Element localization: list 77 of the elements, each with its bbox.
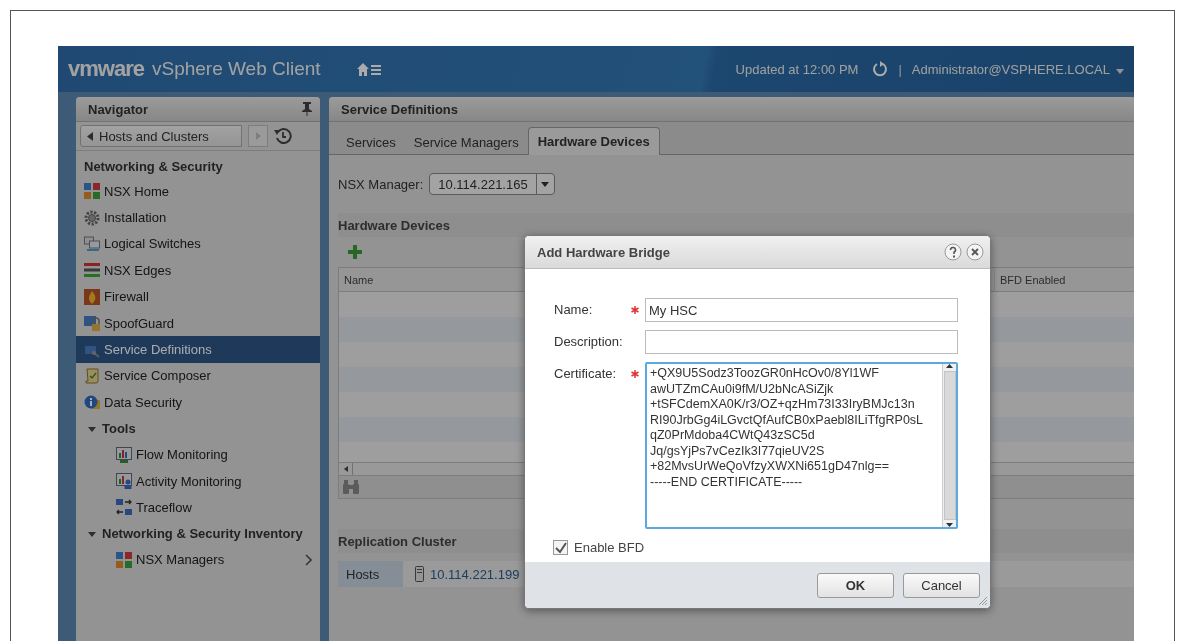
grid-icon (116, 551, 132, 568)
scroll-down-icon (946, 523, 953, 527)
section-heading: Hardware Devices (338, 213, 1134, 237)
text-field[interactable]: My HSC (645, 298, 958, 322)
scroll-left-icon (343, 466, 348, 472)
back-button[interactable]: Hosts and Clusters (80, 125, 242, 147)
pin-icon[interactable] (302, 102, 312, 116)
logo: vmware (68, 56, 144, 82)
user-menu[interactable]: Administrator@VSPHERE.LOCAL (911, 61, 1124, 77)
nav-item[interactable]: SpoofGuard (76, 309, 320, 337)
nav-item[interactable]: Service Composer (76, 362, 320, 390)
checkbox[interactable] (553, 540, 568, 555)
padlock-icon (84, 315, 100, 332)
bars-icon (84, 262, 100, 279)
nav-item[interactable]: NSX Managers (76, 546, 320, 574)
expanded-icon (88, 424, 96, 433)
nav-item[interactable]: Flow Monitoring (76, 441, 320, 468)
scrollbar[interactable] (942, 364, 956, 527)
chart-icon (116, 473, 132, 490)
column-header: Name (343, 273, 375, 288)
nav-item[interactable]: Firewall (76, 283, 320, 310)
nav-item[interactable]: Installation (76, 204, 320, 231)
nav-item[interactable]: NSX Home (76, 178, 320, 205)
host-link[interactable]: 10.114.221.199 (430, 566, 520, 582)
nav-item[interactable]: NSX Edges (76, 257, 320, 284)
flame-icon (84, 288, 100, 305)
tab[interactable]: Services (337, 129, 405, 155)
section-heading: Networking & Security (83, 158, 224, 176)
nav-item[interactable]: Service Definitions (76, 336, 320, 363)
binoculars-icon[interactable] (343, 480, 359, 494)
help-icon[interactable] (944, 243, 962, 261)
cancel-button[interactable]: Cancel (903, 572, 980, 598)
add-icon[interactable] (348, 245, 362, 259)
row-label: Hosts (338, 561, 403, 587)
text-field[interactable] (645, 330, 958, 354)
caret-icon (1116, 68, 1124, 74)
update-time: Updated at 12:00 PM (735, 61, 859, 77)
check-icon (554, 541, 567, 554)
nav-item[interactable]: Data Security (76, 389, 320, 416)
product-name: vSphere Web Client (151, 58, 321, 80)
chart-icon (116, 446, 132, 463)
close-icon[interactable] (966, 243, 984, 261)
panel-title: Navigator (88, 101, 148, 117)
field-label: NSX Manager: (338, 176, 424, 192)
grid-icon (84, 183, 100, 200)
certificate-field[interactable]: +QX9U5Sodz3ToozGR0nHcOv0/8Yl1WF awUTZmCAu0i9fM/U2bNcASiZjk +tSFCdemXA0K/r3/OZ+qzHm73I33IryBMJc13n RI90JrbGg4iLGvctQfAufCB0xPaebl8ILiTfgRP0sL qZ0PrMdoba4CWtQ43zSC5d Jq/gsYjPs7vCezIk3I77qieUV2S +82MvsUrWeQoVfzyXWXNi651gD47nlg== -----END CERTIFICATE----- (645, 362, 958, 529)
nav-item[interactable]: Traceflow (76, 494, 320, 521)
tab[interactable]: Hardware Devices (527, 127, 660, 155)
scroll-icon (84, 367, 100, 384)
field-label: Description: (554, 333, 624, 349)
home-menu-icon[interactable] (356, 61, 383, 77)
server-icon (415, 566, 424, 582)
dropdown-icon (541, 181, 550, 187)
history-icon[interactable] (274, 127, 292, 145)
ok-button[interactable]: OK (817, 572, 894, 598)
field-label: Certificate: (554, 365, 618, 381)
arrows-icon (116, 499, 132, 516)
refresh-icon[interactable] (872, 60, 889, 78)
manager-dropdown[interactable]: 10.114.221.165 (429, 173, 555, 195)
panel-title: Service Definitions (341, 101, 459, 117)
computers-icon (84, 235, 100, 252)
resize-grip-icon[interactable] (978, 596, 988, 606)
tab[interactable]: Service Managers (404, 129, 528, 155)
back-icon (87, 131, 93, 141)
gear-icon (84, 209, 100, 226)
nav-item[interactable]: Logical Switches (76, 230, 320, 258)
checkbox-label: Enable BFD (574, 540, 645, 555)
field-label: Name: (554, 301, 594, 317)
dialog-title: Add Hardware Bridge (537, 244, 671, 260)
forward-icon (255, 132, 261, 140)
scroll-up-icon (946, 364, 953, 368)
tree-group[interactable]: Tools (76, 415, 320, 442)
tree-group[interactable]: Networking & Security Inventory (76, 520, 320, 547)
expanded-icon (88, 529, 96, 538)
separator: | (898, 61, 902, 77)
nav-item[interactable]: Activity Monitoring (76, 467, 320, 495)
info-icon (84, 394, 100, 411)
